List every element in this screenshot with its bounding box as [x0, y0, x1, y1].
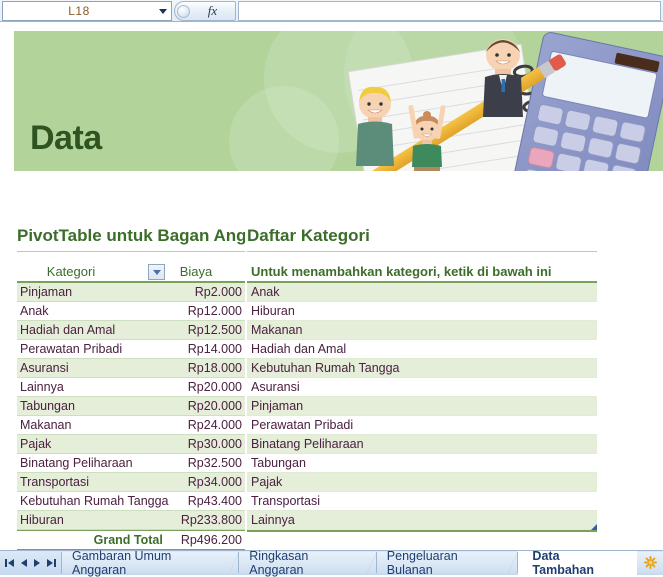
pivot-cost: Rp24.000	[187, 418, 242, 432]
pivot-category: Tabungan	[20, 399, 75, 413]
first-sheet-icon[interactable]	[5, 559, 14, 567]
pivot-cost: Rp20.000	[187, 399, 242, 413]
pivot-category: Anak	[20, 304, 49, 318]
sheet-tab-pengeluaran-bulanan[interactable]: Pengeluaran Bulanan	[376, 549, 519, 577]
category-section-heading: Daftar Kategori	[247, 226, 370, 245]
pivot-cost: Rp233.800	[180, 513, 242, 527]
table-row[interactable]: Perawatan Pribadi Rp14.000	[17, 340, 245, 359]
list-item[interactable]: Hadiah dan Amal	[247, 340, 597, 359]
heading-divider	[17, 251, 245, 252]
pivot-table-header-row: Kategori Biaya	[17, 261, 245, 283]
list-item[interactable]: Transportasi	[247, 492, 597, 511]
table-row[interactable]: Pajak Rp30.000	[17, 435, 245, 454]
chevron-down-icon[interactable]	[155, 8, 171, 14]
pivot-cost: Rp32.500	[187, 456, 242, 470]
table-bottom-border	[247, 524, 597, 532]
pivot-table[interactable]: Kategori Biaya Pinjaman Rp2.000 Anak Rp1…	[17, 261, 245, 550]
table-row[interactable]: Asuransi Rp18.000	[17, 359, 245, 378]
pivot-cost: Rp14.000	[187, 342, 242, 356]
category-list-header: Untuk menambahkan kategori, ketik di baw…	[247, 261, 597, 283]
sheet-tab-data-tambahan[interactable]: Data Tambahan	[518, 549, 638, 577]
next-sheet-icon[interactable]	[34, 559, 40, 567]
pivot-cost: Rp20.000	[187, 380, 242, 394]
pivot-cost: Rp43.400	[187, 494, 242, 508]
sheet-tab-bar: Gambaran Umum Anggaran Ringkasan Anggara…	[0, 549, 663, 577]
formula-bar: L18 fx	[0, 0, 663, 22]
table-row[interactable]: Hadiah dan Amal Rp12.500	[17, 321, 245, 340]
list-item[interactable]: Pinjaman	[247, 397, 597, 416]
pivot-category: Kebutuhan Rumah Tangga	[20, 494, 169, 508]
list-item[interactable]: Kebutuhan Rumah Tangga	[247, 359, 597, 378]
pivot-grand-total-row: Grand Total Rp496.200	[17, 530, 245, 549]
name-box[interactable]: L18	[2, 1, 172, 21]
pivot-cost: Rp34.000	[187, 475, 242, 489]
table-row[interactable]: Anak Rp12.000	[17, 302, 245, 321]
last-sheet-icon[interactable]	[47, 559, 56, 567]
table-row[interactable]: Transportasi Rp34.000	[17, 473, 245, 492]
pivot-category: Lainnya	[20, 380, 64, 394]
list-item[interactable]: Tabungan	[247, 454, 597, 473]
fx-button[interactable]: fx	[190, 3, 235, 19]
pivot-category: Hiburan	[20, 513, 64, 527]
list-item[interactable]: Asuransi	[247, 378, 597, 397]
sheet-navigation-buttons	[0, 552, 62, 574]
pivot-cost: Rp12.500	[187, 323, 242, 337]
pivot-category: Perawatan Pribadi	[20, 342, 123, 356]
pivot-category: Transportasi	[20, 475, 90, 489]
heading-divider	[247, 251, 597, 252]
filter-dropdown-icon[interactable]	[148, 264, 165, 280]
pivot-category: Hadiah dan Amal	[20, 323, 116, 337]
category-list-table[interactable]: Untuk menambahkan kategori, ketik di baw…	[247, 261, 597, 532]
table-row[interactable]: Lainnya Rp20.000	[17, 378, 245, 397]
pivot-section-heading: PivotTable untuk Bagan Angga	[17, 226, 245, 245]
list-item[interactable]: Anak	[247, 283, 597, 302]
pivot-cost: Rp18.000	[187, 361, 242, 375]
list-item[interactable]: Makanan	[247, 321, 597, 340]
pivot-category: Binatang Peliharaan	[20, 456, 133, 470]
table-row[interactable]: Makanan Rp24.000	[17, 416, 245, 435]
grand-total-value: Rp496.200	[180, 533, 242, 547]
list-item[interactable]: Perawatan Pribadi	[247, 416, 597, 435]
pivot-column-kategori[interactable]: Kategori	[17, 264, 147, 279]
sheet-tab-gambaran-umum-anggaran[interactable]: Gambaran Umum Anggaran	[62, 549, 240, 577]
formula-input[interactable]	[238, 1, 661, 21]
list-item[interactable]: Binatang Peliharaan	[247, 435, 597, 454]
grand-total-label: Grand Total	[93, 533, 163, 547]
table-row[interactable]: Tabungan Rp20.000	[17, 397, 245, 416]
pivot-cost: Rp2.000	[194, 285, 242, 299]
list-item[interactable]: Hiburan	[247, 302, 597, 321]
list-item[interactable]: Lainnya	[247, 511, 597, 530]
pivot-category: Pinjaman	[20, 285, 73, 299]
formula-tools: fx	[174, 1, 236, 21]
pivot-category: Asuransi	[20, 361, 69, 375]
page-banner: Data	[14, 31, 663, 171]
insert-function-icon[interactable]	[177, 4, 190, 18]
previous-sheet-icon[interactable]	[21, 559, 27, 567]
pivot-category: Makanan	[20, 418, 72, 432]
table-row[interactable]: Kebutuhan Rumah Tangga Rp43.400	[17, 492, 245, 511]
worksheet-canvas: Data PivotTable untuk Bagan Angga Daftar…	[0, 23, 663, 550]
table-row[interactable]: Hiburan Rp233.800	[17, 511, 245, 530]
sheet-tabs: Gambaran Umum Anggaran Ringkasan Anggara…	[62, 549, 663, 577]
pivot-cost: Rp12.000	[187, 304, 242, 318]
budget-illustration	[347, 32, 663, 171]
page-title: Data	[30, 119, 102, 157]
pivot-cost: Rp30.000	[187, 437, 242, 451]
sheet-tab-ringkasan-anggaran[interactable]: Ringkasan Anggaran	[239, 549, 377, 577]
name-box-value: L18	[68, 4, 90, 18]
pivot-category: Pajak	[20, 437, 52, 451]
table-row[interactable]: Pinjaman Rp2.000	[17, 283, 245, 302]
list-item[interactable]: Pajak	[247, 473, 597, 492]
table-row[interactable]: Binatang Peliharaan Rp32.500	[17, 454, 245, 473]
insert-worksheet-icon[interactable]	[637, 552, 663, 573]
